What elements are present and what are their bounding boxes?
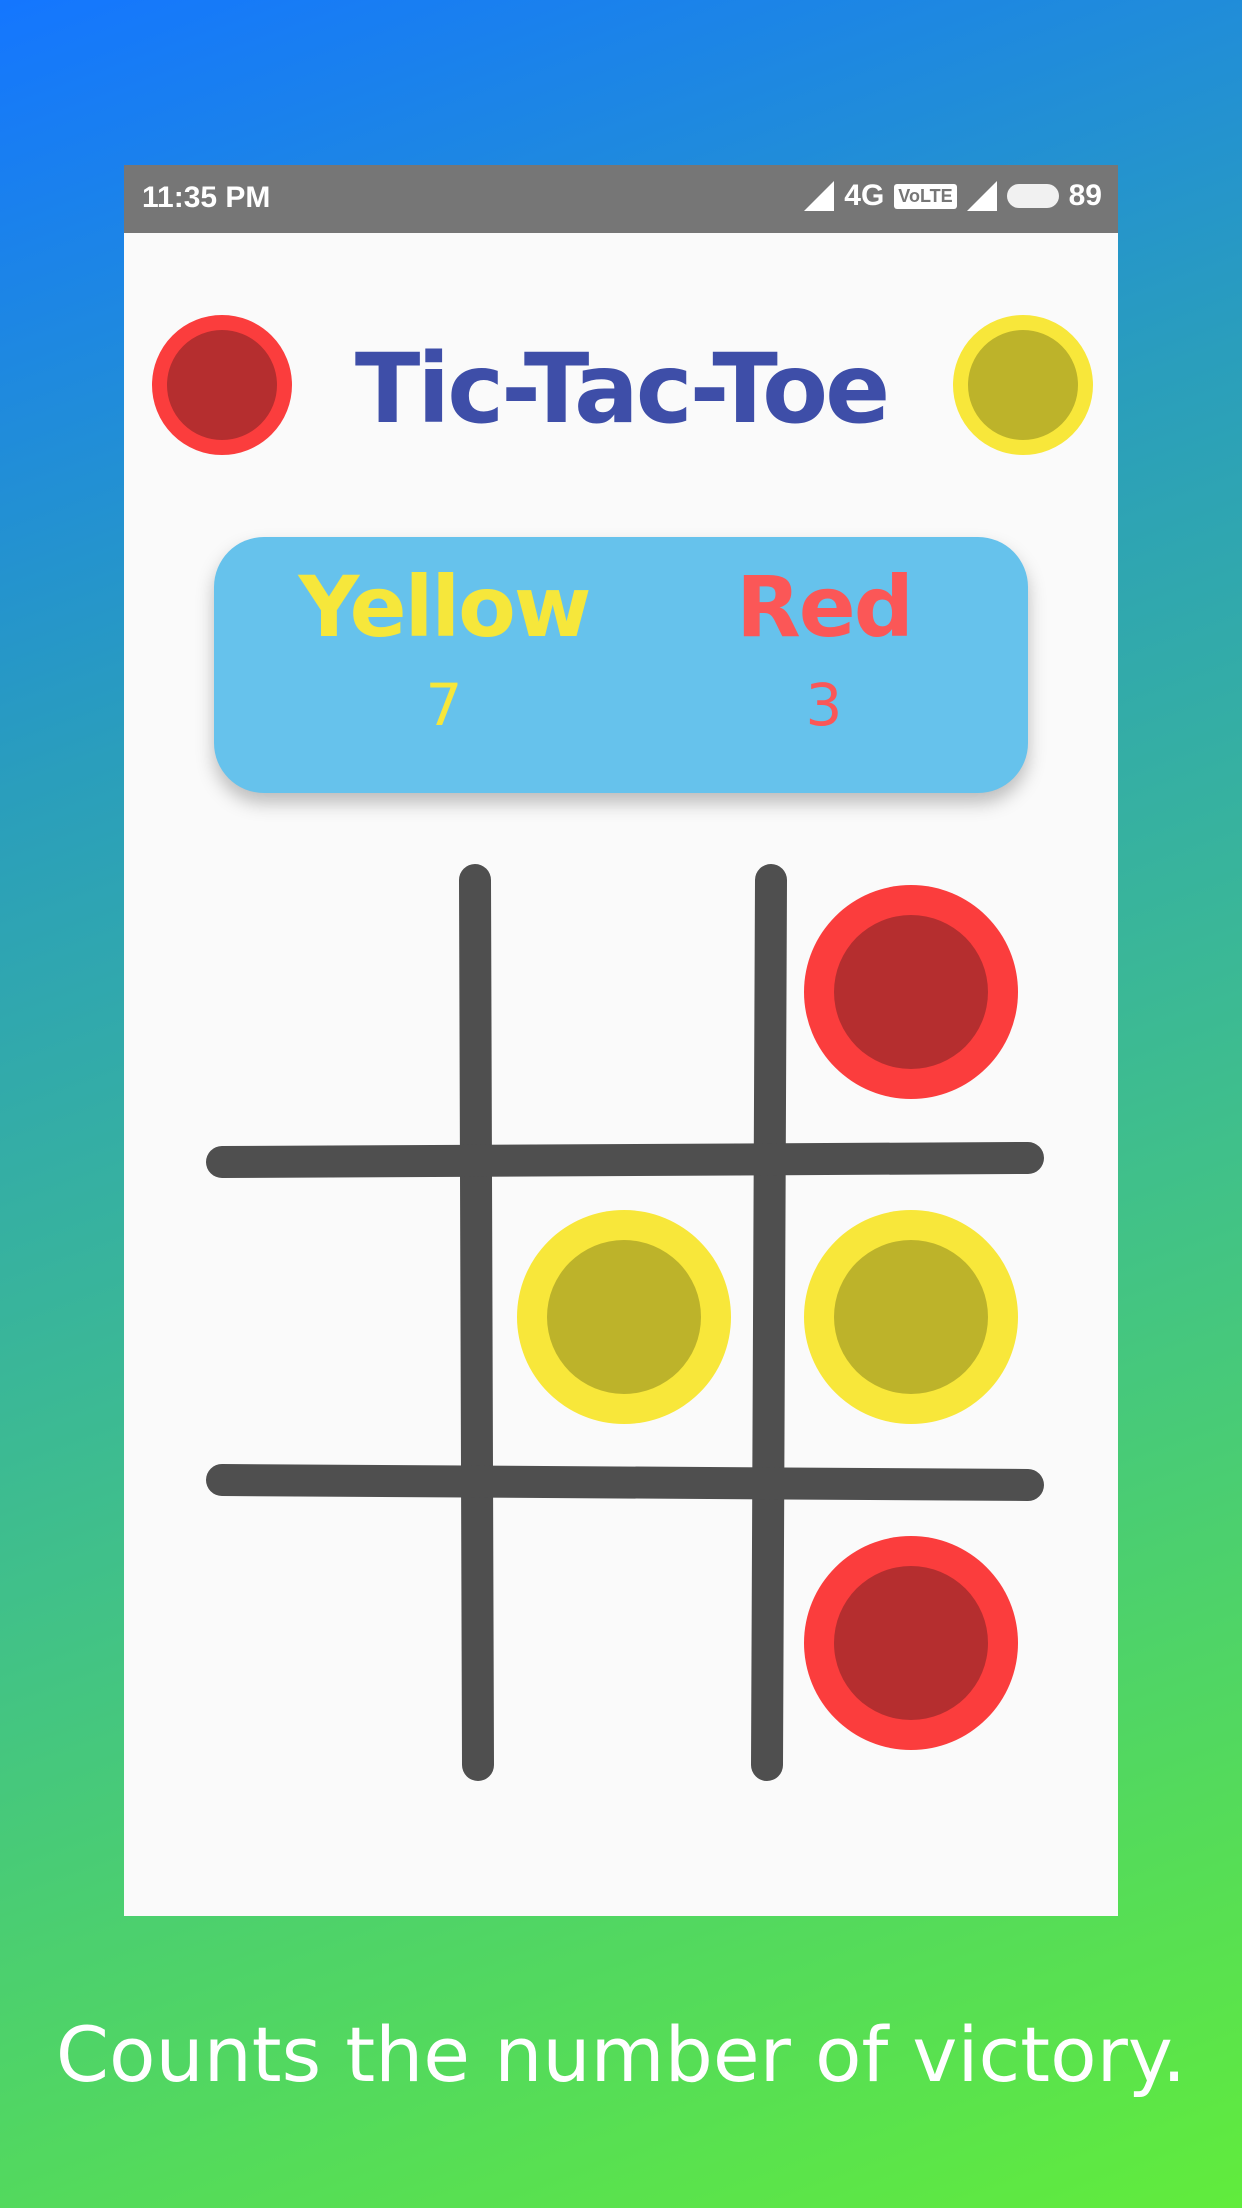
game-board	[206, 852, 1044, 1783]
board-cell-7[interactable]	[214, 1503, 474, 1783]
board-cell-9[interactable]	[781, 1503, 1041, 1783]
board-cell-5[interactable]	[494, 1177, 754, 1457]
board-cells	[214, 852, 1041, 1783]
red-chip-inner	[834, 1566, 988, 1720]
grid-line-horizontal-2	[206, 1464, 1044, 1501]
board-cell-6[interactable]	[781, 1177, 1041, 1457]
grid-line-horizontal-1	[206, 1142, 1044, 1178]
red-chip-inner	[834, 915, 988, 1069]
grid-line-vertical-2	[751, 864, 787, 1781]
board-cell-8[interactable]	[494, 1503, 754, 1783]
yellow-chip-inner	[547, 1240, 701, 1394]
board-cell-2[interactable]	[494, 852, 754, 1132]
board-cell-3[interactable]	[781, 852, 1041, 1132]
grid-line-vertical-1	[459, 864, 494, 1781]
caption: Counts the number of victory.	[55, 2010, 1187, 2099]
board-cell-1[interactable]	[214, 852, 474, 1132]
yellow-chip-inner	[834, 1240, 988, 1394]
board-cell-4[interactable]	[214, 1177, 474, 1457]
phone-screen: 11:35 PM 4G VoLTE 89 Tic-Tac-Toe Yellow …	[124, 165, 1118, 1916]
